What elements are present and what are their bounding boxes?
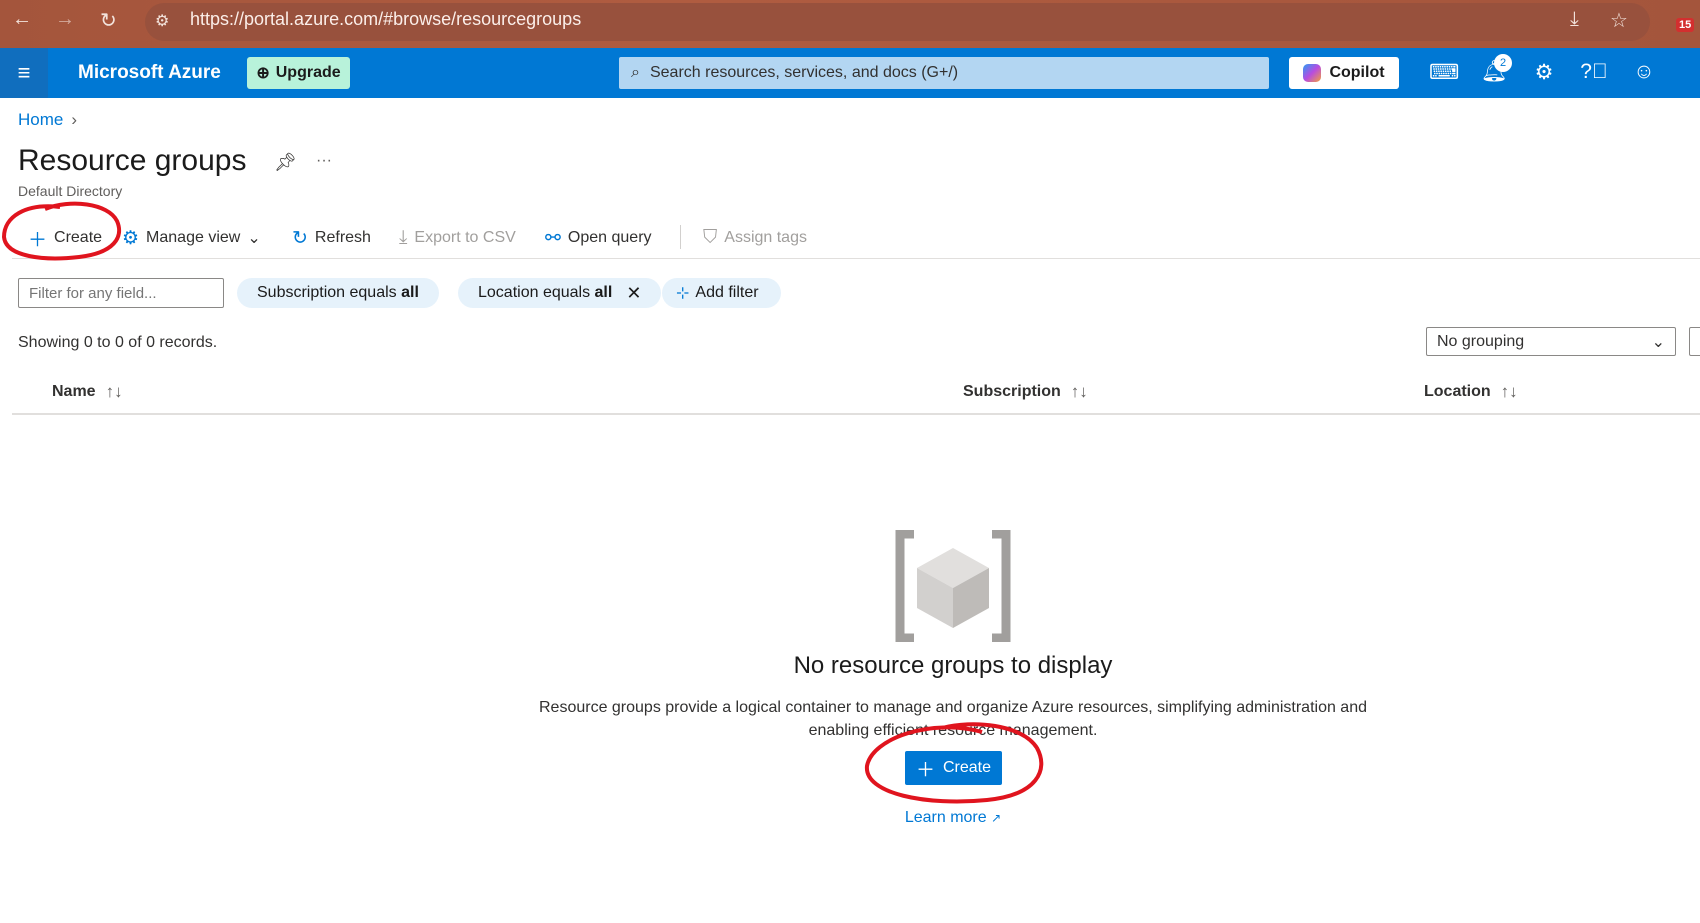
column-header-location[interactable]: Location ↑↓ — [1424, 382, 1518, 402]
brand-logo[interactable]: Microsoft Azure — [78, 62, 221, 84]
chevron-down-icon: ⌄ — [1651, 333, 1665, 351]
empty-state-title: No resource groups to display — [793, 652, 1113, 679]
toolbar-divider — [680, 225, 681, 249]
global-search-input[interactable]: ⌕ Search resources, services, and docs (G… — [619, 57, 1269, 89]
external-link-icon: ↗ — [991, 811, 1002, 825]
view-toggle-button[interactable] — [1689, 327, 1700, 356]
sort-icon: ↑↓ — [105, 382, 123, 401]
breadcrumb-home[interactable]: Home — [18, 110, 63, 129]
more-options-button[interactable]: ··· — [316, 152, 332, 170]
upgrade-button[interactable]: ⊕ Upgrade — [247, 57, 350, 89]
close-icon[interactable]: ✕ — [626, 283, 641, 304]
page-title: Resource groups — [18, 144, 247, 177]
site-info-icon[interactable]: ⚙ — [155, 11, 169, 31]
breadcrumb: Home › — [18, 110, 77, 130]
annotation-circle — [864, 722, 1044, 804]
table-header-divider — [12, 413, 1700, 415]
tag-icon: ⛉ — [703, 227, 718, 248]
column-header-name[interactable]: Name ↑↓ — [52, 382, 123, 402]
chevron-right-icon: › — [71, 110, 78, 129]
help-icon[interactable]: ?⃝ — [1579, 60, 1609, 84]
copilot-icon — [1303, 64, 1322, 82]
learn-more-link[interactable]: Learn more ↗ — [0, 809, 1700, 827]
reload-icon[interactable]: ↻ — [100, 8, 117, 33]
url-text[interactable]: https://portal.azure.com/#browse/resourc… — [190, 9, 581, 30]
forward-icon[interactable]: → — [55, 8, 75, 31]
sort-icon: ↑↓ — [1500, 382, 1518, 401]
export-csv-button[interactable]: ⤓ Export to CSV — [399, 226, 516, 250]
grouping-dropdown[interactable]: No grouping ⌄ — [1426, 327, 1676, 356]
pin-icon[interactable]: 📌︎ — [274, 152, 297, 173]
add-filter-icon: ⊹ — [676, 285, 690, 302]
copilot-button[interactable]: Copilot — [1289, 57, 1399, 89]
refresh-button[interactable]: ↻ Refresh — [292, 226, 371, 250]
sort-icon: ↑↓ — [1070, 382, 1088, 401]
install-app-icon[interactable]: ⤓ — [1570, 8, 1579, 31]
cloud-shell-icon[interactable]: ⌨ — [1429, 60, 1459, 85]
refresh-icon: ↻ — [292, 227, 308, 249]
divider — [12, 258, 1700, 259]
chevron-down-icon: ⌄ — [247, 230, 261, 247]
records-count: Showing 0 to 0 of 0 records. — [18, 334, 218, 351]
filter-input[interactable] — [18, 278, 224, 308]
column-header-subscription[interactable]: Subscription ↑↓ — [963, 382, 1088, 402]
add-filter-button[interactable]: ⊹ Add filter — [662, 278, 781, 308]
open-query-button[interactable]: ⚯ Open query — [545, 226, 652, 250]
settings-icon[interactable]: ⚙ — [1529, 60, 1559, 85]
bookmark-star-icon[interactable]: ☆ — [1610, 8, 1628, 33]
upgrade-arrow-icon: ⊕ — [256, 65, 270, 82]
location-filter-pill[interactable]: Location equals all ✕ — [458, 278, 662, 308]
search-icon: ⌕ — [631, 64, 640, 81]
resource-group-icon — [895, 530, 1011, 642]
notification-badge: 2 — [1494, 54, 1512, 72]
annotation-circle — [1, 201, 122, 261]
query-icon: ⚯ — [545, 227, 561, 249]
manage-view-button[interactable]: ⚙ Manage view ⌄ — [122, 226, 261, 250]
assign-tags-button[interactable]: ⛉ Assign tags — [703, 226, 807, 250]
back-icon[interactable]: ← — [12, 8, 32, 31]
subscription-filter-pill[interactable]: Subscription equals all — [237, 278, 439, 308]
download-icon: ⤓ — [399, 227, 408, 248]
feedback-icon[interactable]: ☺ — [1629, 60, 1659, 84]
menu-icon[interactable]: ≡ — [0, 48, 48, 98]
extension-badge[interactable]: 15 — [1676, 18, 1695, 32]
